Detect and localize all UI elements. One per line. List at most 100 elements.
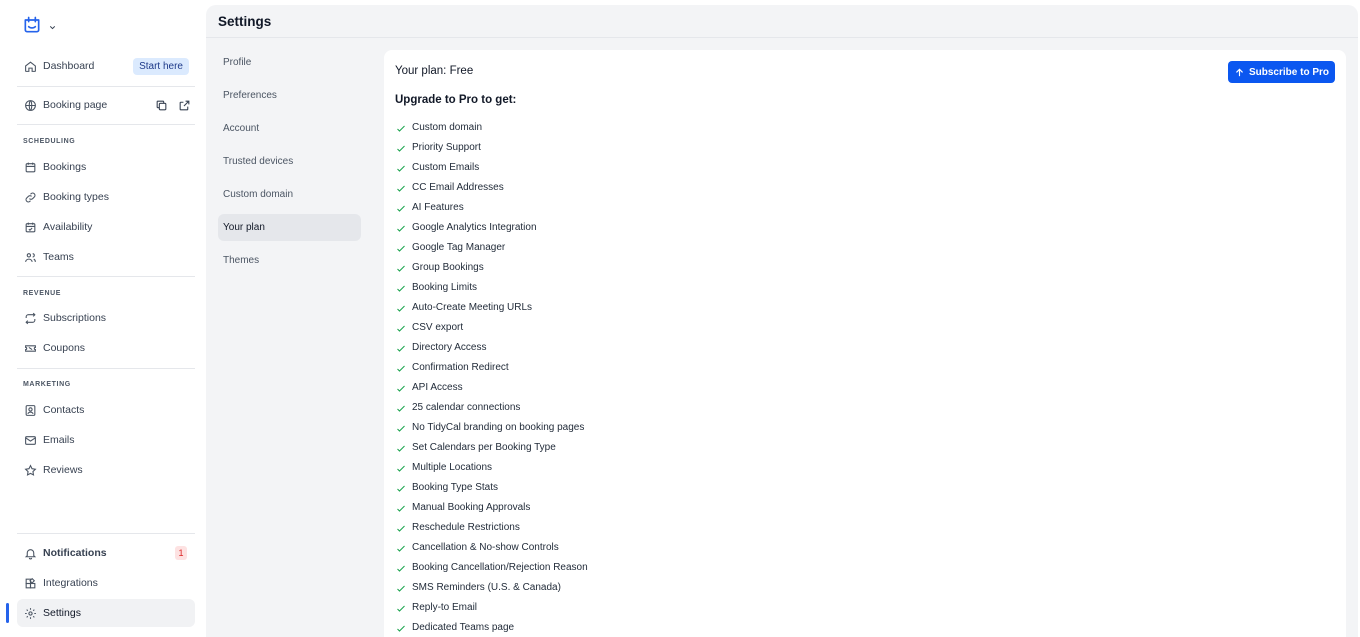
- sidebar-item-label: Emails: [43, 434, 75, 446]
- sidebar-item-contacts[interactable]: Contacts: [17, 396, 195, 424]
- check-icon: [395, 523, 407, 535]
- feature-label: 25 calendar connections: [412, 401, 521, 413]
- star-icon: [24, 463, 37, 477]
- subscribe-to-pro-button[interactable]: Subscribe to Pro: [1227, 61, 1335, 83]
- settings-tab-custom-domain[interactable]: Custom domain: [218, 181, 361, 208]
- bell-icon: [24, 547, 37, 560]
- feature-label: Dedicated Teams page: [412, 621, 515, 633]
- check-icon: [395, 143, 407, 155]
- settings-tab-trusted-devices[interactable]: Trusted devices: [218, 148, 361, 175]
- sidebar-item-subscriptions[interactable]: Subscriptions: [17, 304, 195, 332]
- settings-tab-preferences[interactable]: Preferences: [218, 82, 361, 109]
- feature-item: Priority Support: [395, 137, 588, 157]
- feature-item: No TidyCal branding on booking pages: [395, 417, 588, 437]
- link-icon: [24, 191, 37, 204]
- app-logo-menu[interactable]: [22, 15, 57, 40]
- sidebar-item-settings[interactable]: Settings: [17, 599, 195, 627]
- sidebar-item-label: Dashboard: [43, 60, 95, 72]
- divider: [17, 124, 195, 125]
- check-icon: [395, 183, 407, 195]
- check-icon: [395, 543, 407, 555]
- feature-item: Reply-to Email: [395, 597, 588, 617]
- settings-tab-profile[interactable]: Profile: [218, 49, 361, 76]
- notifications-count-badge: 1: [175, 546, 187, 560]
- check-icon: [395, 383, 407, 395]
- settings-tab-account[interactable]: Account: [218, 115, 361, 142]
- external-link-icon[interactable]: [178, 99, 191, 112]
- feature-label: Booking Cancellation/Rejection Reason: [412, 561, 588, 573]
- feature-label: Priority Support: [412, 141, 481, 153]
- sidebar-item-dashboard[interactable]: Dashboard Start here: [17, 52, 195, 80]
- sidebar-item-booking-page[interactable]: Booking page: [17, 91, 195, 119]
- section-label-marketing: MARKETING: [23, 381, 71, 388]
- main-header: Settings: [206, 5, 1358, 38]
- feature-label: Custom domain: [412, 121, 483, 133]
- feature-list: Custom domain Priority Support Custom Emai…: [395, 117, 588, 637]
- sidebar-item-availability[interactable]: Availability: [17, 213, 195, 241]
- sidebar: Dashboard Start here Booking page SCHEDU…: [0, 0, 206, 637]
- feature-item: Group Bookings: [395, 257, 588, 277]
- sidebar-item-label: Availability: [43, 221, 93, 233]
- feature-label: Group Bookings: [412, 261, 484, 273]
- feature-item: Multiple Locations: [395, 457, 588, 477]
- feature-item: API Access: [395, 377, 588, 397]
- settings-nav: Profile Preferences Account Trusted devi…: [218, 49, 361, 280]
- feature-label: Booking Type Stats: [412, 481, 498, 493]
- feature-label: SMS Reminders (U.S. & Canada): [412, 581, 561, 593]
- sidebar-item-label: Settings: [43, 607, 81, 619]
- globe-icon: [24, 99, 37, 112]
- feature-item: SMS Reminders (U.S. & Canada): [395, 577, 588, 597]
- sidebar-item-coupons[interactable]: Coupons: [17, 334, 195, 362]
- check-icon: [395, 343, 407, 355]
- upgrade-title: Upgrade to Pro to get:: [395, 94, 517, 106]
- sidebar-item-emails[interactable]: Emails: [17, 426, 195, 454]
- feature-label: Custom Emails: [412, 161, 480, 173]
- ticket-icon: [24, 342, 37, 355]
- integrations-icon: [24, 577, 37, 590]
- feature-label: Directory Access: [412, 341, 487, 353]
- check-icon: [395, 463, 407, 475]
- check-icon: [395, 363, 407, 375]
- feature-item: Custom Emails: [395, 157, 588, 177]
- feature-item: Google Analytics Integration: [395, 217, 588, 237]
- settings-tab-themes[interactable]: Themes: [218, 247, 361, 274]
- divider: [17, 276, 195, 277]
- feature-item: Reschedule Restrictions: [395, 517, 588, 537]
- check-icon: [395, 443, 407, 455]
- plan-title: Your plan: Free: [395, 65, 474, 77]
- feature-label: CSV export: [412, 321, 464, 333]
- check-icon: [395, 503, 407, 515]
- check-icon: [395, 263, 407, 275]
- booking-page-actions: [155, 99, 191, 112]
- feature-label: Google Tag Manager: [412, 241, 506, 253]
- home-icon: [24, 60, 37, 73]
- users-icon: [24, 251, 37, 264]
- check-icon: [395, 163, 407, 175]
- sidebar-item-bookings[interactable]: Bookings: [17, 153, 195, 181]
- sidebar-item-notifications[interactable]: Notifications 1: [17, 539, 195, 567]
- sidebar-item-label: Subscriptions: [43, 312, 107, 324]
- start-here-badge[interactable]: Start here: [133, 57, 189, 75]
- feature-item: Manual Booking Approvals: [395, 497, 588, 517]
- sidebar-item-reviews[interactable]: Reviews: [17, 456, 195, 484]
- section-label-revenue: REVENUE: [23, 290, 62, 297]
- sidebar-item-teams[interactable]: Teams: [17, 243, 195, 271]
- sidebar-item-label: Notifications: [43, 547, 107, 559]
- sidebar-item-booking-types[interactable]: Booking types: [17, 183, 195, 211]
- copy-icon[interactable]: [155, 99, 168, 112]
- settings-tab-your-plan[interactable]: Your plan: [218, 214, 361, 241]
- active-indicator: [6, 603, 9, 623]
- feature-item: CC Email Addresses: [395, 177, 588, 197]
- feature-label: Multiple Locations: [412, 461, 493, 473]
- divider: [17, 533, 195, 534]
- feature-item: CSV export: [395, 317, 588, 337]
- divider: [17, 368, 195, 369]
- feature-item: AI Features: [395, 197, 588, 217]
- sidebar-item-integrations[interactable]: Integrations: [17, 569, 195, 597]
- feature-label: Auto-Create Meeting URLs: [412, 301, 533, 313]
- sidebar-item-label: Bookings: [43, 161, 87, 173]
- check-icon: [395, 423, 407, 435]
- contact-card-icon: [24, 404, 37, 417]
- feature-label: Google Analytics Integration: [412, 221, 537, 233]
- feature-item: Google Tag Manager: [395, 237, 588, 257]
